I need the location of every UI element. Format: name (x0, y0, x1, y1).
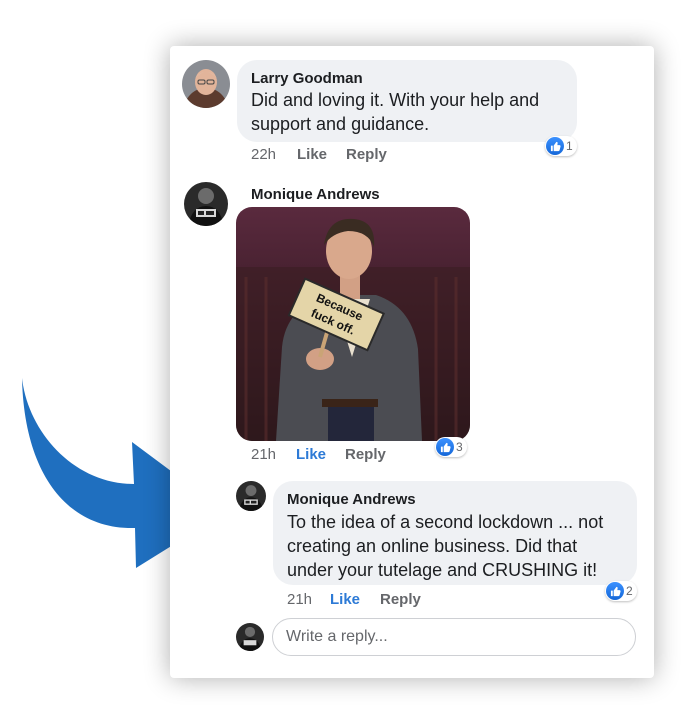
comment-text-line: support and guidance. (251, 114, 430, 134)
comment-photo[interactable]: Because fuck off. (236, 207, 470, 441)
avatar[interactable] (182, 60, 230, 108)
comment-actions: 21h Like Reply (287, 591, 487, 611)
reaction-count-value: 3 (456, 440, 463, 454)
comment-author[interactable]: Monique Andrews (251, 186, 380, 203)
comment-time: 22h (251, 146, 277, 163)
avatar (236, 623, 264, 651)
reply-button[interactable]: Reply (345, 446, 386, 463)
comment-time: 21h (251, 446, 277, 463)
reply-button[interactable]: Reply (346, 146, 387, 163)
like-button[interactable]: Like (297, 146, 327, 163)
comment-thread-card: Larry Goodman Did and loving it. With yo… (170, 46, 654, 678)
comment-text-line: To the idea of a second lockdown ... not (287, 512, 604, 532)
like-button[interactable]: Like (330, 591, 360, 608)
reply-button[interactable]: Reply (380, 591, 421, 608)
avatar[interactable] (184, 182, 228, 226)
comment-author[interactable]: Monique Andrews (287, 491, 416, 508)
avatar[interactable] (236, 481, 266, 511)
comment-text-line: under your tutelage and CRUSHING it! (287, 560, 598, 580)
reaction-count[interactable]: 2 (605, 581, 637, 601)
comment-text-line: creating an online business. Did that (287, 536, 578, 556)
reaction-count[interactable]: 1 (545, 136, 577, 156)
like-button[interactable]: Like (296, 446, 326, 463)
comment-text-line: Did and loving it. With your help and (251, 90, 540, 110)
like-thumbs-up-icon (606, 582, 624, 600)
like-thumbs-up-icon (546, 137, 564, 155)
comment-actions: 22h Like Reply (251, 146, 451, 166)
comment-author[interactable]: Larry Goodman (251, 70, 363, 87)
reaction-count-value: 1 (566, 139, 573, 153)
reply-input[interactable] (272, 618, 636, 656)
reaction-count-value: 2 (626, 584, 633, 598)
comment-actions: 21h Like Reply (251, 446, 451, 466)
comment-time: 21h (287, 591, 313, 608)
